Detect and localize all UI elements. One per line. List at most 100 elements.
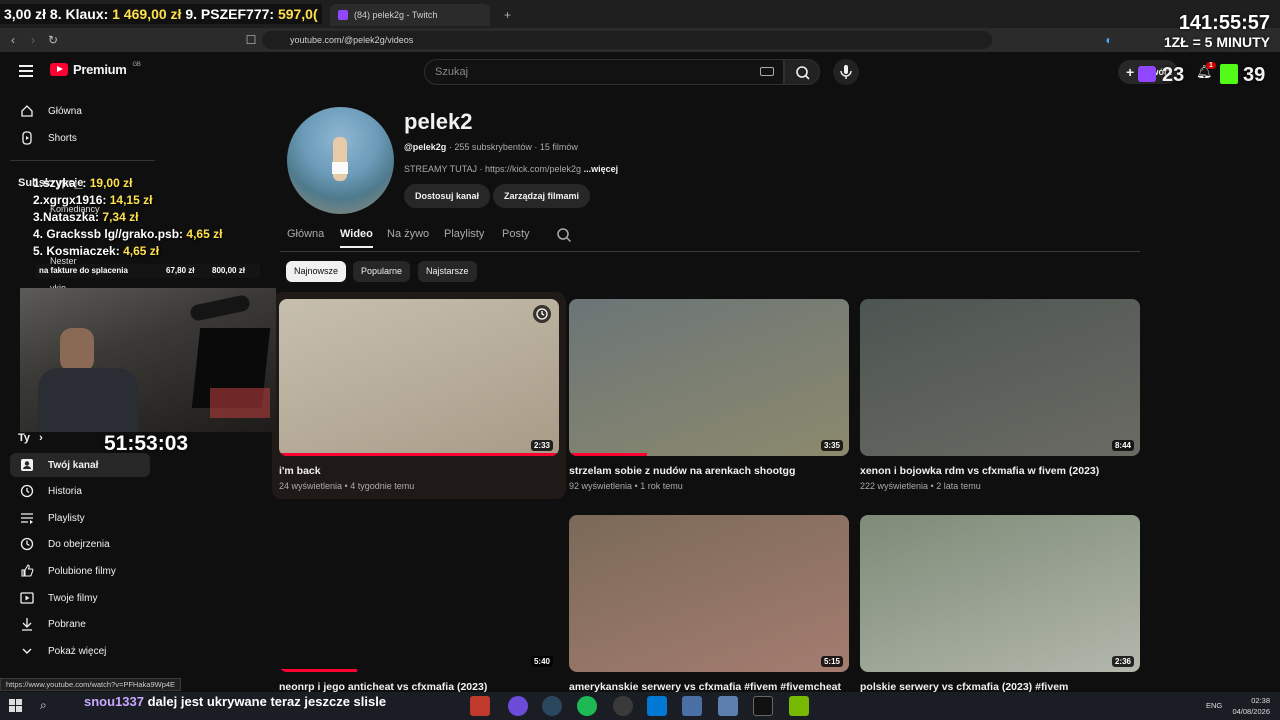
avatar-person bbox=[333, 137, 347, 181]
donor-amount: 19,00 zł bbox=[89, 176, 133, 190]
address-bar[interactable]: youtube.com/@pelek2g/videos bbox=[262, 31, 992, 49]
plus-icon: + bbox=[1126, 64, 1135, 80]
viewer-count: 23 bbox=[1162, 64, 1185, 86]
video-age: 4 tygodnie temu bbox=[350, 481, 415, 491]
discord-icon[interactable] bbox=[508, 696, 528, 716]
video-title[interactable]: i'm back bbox=[279, 465, 321, 477]
watch-progress-bar bbox=[279, 669, 358, 672]
sidebar-item-watch-later[interactable]: Do obejrzenia bbox=[10, 532, 150, 556]
video-icon bbox=[20, 592, 34, 604]
chip-newest[interactable]: Najnowsze bbox=[286, 261, 347, 282]
manage-videos-button[interactable]: Zarządzaj filmami bbox=[493, 184, 591, 208]
donor-amount: 14,15 zł bbox=[109, 193, 153, 207]
donor-amount: 4,65 zł bbox=[123, 244, 160, 258]
nvidia-icon[interactable] bbox=[789, 696, 809, 716]
ticker-amount-2: 597,0( bbox=[277, 6, 318, 22]
sidebar-item-show-more[interactable]: Pokaż więcej bbox=[10, 639, 150, 663]
donor-entry: 2.xgrgx1916: 14,15 zł bbox=[33, 193, 152, 207]
tab-posts[interactable]: Posty bbox=[502, 228, 530, 240]
bookmark-icon[interactable]: ☐ bbox=[242, 31, 260, 49]
video-thumbnail[interactable]: 5:40 bbox=[279, 515, 559, 672]
sidebar-item-shorts[interactable]: Shorts bbox=[10, 126, 150, 150]
sidebar-item-liked[interactable]: Polubione filmy bbox=[10, 559, 150, 583]
video-thumbnail[interactable]: 5:15 bbox=[569, 515, 849, 672]
spotify-icon[interactable] bbox=[577, 696, 597, 716]
search-input[interactable]: Szukaj bbox=[424, 59, 784, 85]
watch-progress-bar bbox=[569, 453, 648, 456]
customize-channel-button[interactable]: Dostosuj kanał bbox=[404, 184, 491, 208]
back-icon[interactable]: ‹ bbox=[4, 31, 22, 49]
reload-icon[interactable]: ↻ bbox=[44, 31, 62, 49]
vscode-icon[interactable] bbox=[647, 696, 667, 716]
video-duration: 2:36 bbox=[1111, 656, 1134, 667]
app-icon[interactable] bbox=[682, 696, 702, 716]
donor-name: 5. Kosmiaczek: bbox=[33, 244, 120, 258]
sidebar-label: Pobrane bbox=[48, 618, 86, 630]
forward-icon[interactable]: › bbox=[24, 31, 42, 49]
channel-avatar[interactable] bbox=[287, 107, 394, 214]
video-duration: 2:33 bbox=[530, 440, 553, 451]
browser-tab-twitch[interactable]: (84) pelek2g - Twitch bbox=[330, 4, 490, 26]
chip-oldest[interactable]: Najstarsze bbox=[418, 261, 477, 282]
sidebar-label: Pokaż więcej bbox=[48, 645, 107, 657]
sidebar-label: Playlisty bbox=[48, 512, 85, 524]
donor-entry: 3.Nataszka: 7,34 zł bbox=[33, 210, 138, 224]
tab-live[interactable]: Na żywo bbox=[387, 228, 429, 240]
watch-later-icon[interactable] bbox=[533, 305, 551, 323]
chat-overlay: snou1337 dalej jest ukrywane teraz jeszc… bbox=[84, 694, 386, 709]
channel-description[interactable]: STREAMY TUTAJ · https://kick.com/pelek2g… bbox=[404, 164, 618, 174]
sidebar-label: Historia bbox=[48, 485, 82, 497]
more-link[interactable]: ...więcej bbox=[584, 164, 619, 174]
search-button[interactable] bbox=[784, 59, 820, 85]
sidebar-item-your-videos[interactable]: Twoje filmy bbox=[10, 586, 150, 610]
video-title[interactable]: xenon i bojowka rdm vs cfxmafia w fivem … bbox=[860, 465, 1099, 477]
voice-search-button[interactable] bbox=[833, 59, 859, 85]
video-age: 1 rok temu bbox=[640, 481, 683, 491]
kick-count: 39 bbox=[1243, 64, 1266, 86]
brave-icon[interactable] bbox=[470, 696, 490, 716]
channel-search-icon[interactable] bbox=[556, 227, 572, 243]
video-title[interactable]: strzelam sobie z nudów na arenkach shoot… bbox=[569, 465, 795, 477]
region-label: GB bbox=[132, 62, 141, 68]
new-tab-button[interactable]: + bbox=[496, 4, 516, 26]
donor-name: 2.xgrgx1916: bbox=[33, 193, 107, 207]
sidebar-label: Twoje filmy bbox=[48, 592, 98, 604]
video-meta: 222 wyświetlenia • 2 lata temu bbox=[860, 481, 981, 491]
windows-start-icon[interactable] bbox=[9, 699, 22, 712]
tab-videos[interactable]: Wideo bbox=[340, 228, 373, 248]
tab-home[interactable]: Główna bbox=[287, 228, 324, 240]
webcam-keyboard-light bbox=[210, 388, 270, 418]
video-thumbnail[interactable]: 2:33 bbox=[279, 299, 559, 456]
keyboard-icon[interactable] bbox=[760, 67, 774, 76]
steam-icon[interactable] bbox=[542, 696, 562, 716]
extension-icon[interactable]: ◐ bbox=[1100, 31, 1118, 49]
ticker-amount-1: 1 469,00 zł bbox=[112, 6, 182, 22]
you-heading[interactable]: Ty › bbox=[18, 432, 43, 444]
twitch-icon bbox=[338, 10, 348, 20]
channel-videos: 15 filmów bbox=[539, 142, 578, 152]
video-meta: 24 wyświetlenia • 4 tygodnie temu bbox=[279, 481, 415, 491]
sidebar-label: Polubione filmy bbox=[48, 565, 116, 577]
sidebar-item-your-channel[interactable]: Twój kanał bbox=[10, 453, 150, 477]
network-app-icon[interactable] bbox=[718, 696, 738, 716]
obs-icon[interactable] bbox=[613, 696, 633, 716]
youtube-logo[interactable]: Premium GB bbox=[50, 62, 141, 77]
video-thumbnail[interactable]: 3:35 bbox=[569, 299, 849, 456]
tab-playlists[interactable]: Playlisty bbox=[444, 228, 484, 240]
terminal-icon[interactable] bbox=[753, 696, 773, 716]
menu-icon[interactable] bbox=[19, 64, 33, 77]
sidebar-item-history[interactable]: Historia bbox=[10, 479, 150, 503]
video-thumbnail[interactable]: 8:44 bbox=[860, 299, 1140, 456]
clock-time: 02:38 bbox=[1251, 696, 1270, 705]
video-thumbnail[interactable]: 2:36 bbox=[860, 515, 1140, 672]
sidebar-item-downloads[interactable]: Pobrane bbox=[10, 612, 150, 636]
sidebar-item-playlists[interactable]: Playlisty bbox=[10, 506, 150, 530]
taskbar-clock[interactable]: 02:38 04/08/2026 bbox=[1232, 695, 1270, 717]
sidebar-item-home[interactable]: Główna bbox=[10, 99, 150, 123]
taskbar-search-icon[interactable]: ⌕ bbox=[40, 698, 47, 713]
sidebar-label: Główna bbox=[48, 105, 82, 117]
you-label: Ty bbox=[18, 432, 31, 444]
chip-popular[interactable]: Popularne bbox=[353, 261, 411, 282]
history-icon bbox=[20, 484, 34, 498]
language-indicator[interactable]: ENG bbox=[1206, 701, 1222, 710]
